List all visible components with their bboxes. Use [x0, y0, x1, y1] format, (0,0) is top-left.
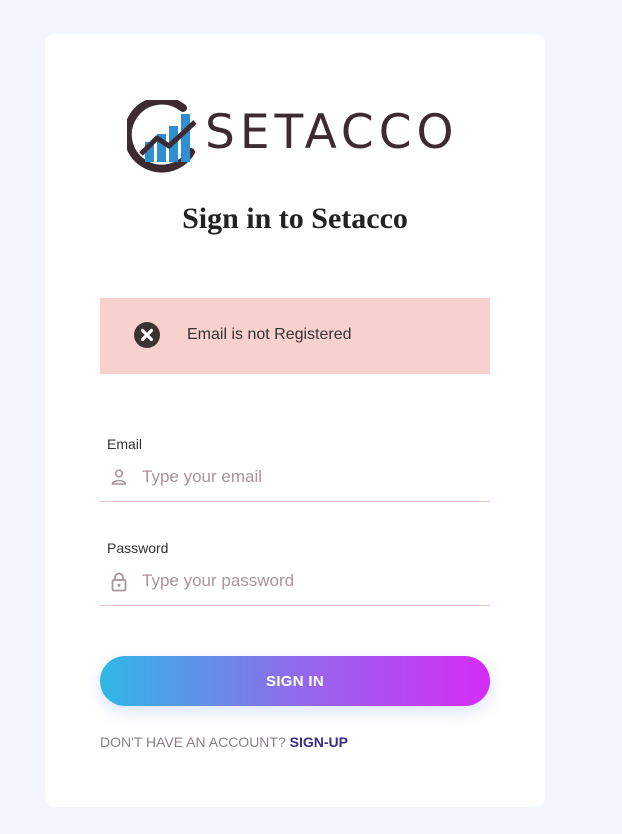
signup-prompt-text: DON'T HAVE AN ACCOUNT?: [100, 734, 286, 750]
error-alert: Email is not Registered: [100, 298, 490, 374]
sign-in-button[interactable]: SIGN IN: [100, 656, 490, 706]
email-field[interactable]: [100, 456, 490, 502]
lock-icon: [110, 572, 128, 597]
signup-prompt: DON'T HAVE AN ACCOUNT? SIGN-UP: [100, 734, 348, 750]
logo-mark-icon: [127, 100, 197, 173]
email-input[interactable]: [142, 464, 472, 490]
logo: SETACCO: [127, 100, 467, 176]
password-field[interactable]: [100, 560, 490, 606]
alert-message: Email is not Registered: [187, 326, 352, 343]
password-input[interactable]: [142, 568, 472, 594]
close-circle-icon: [134, 322, 160, 348]
page-title: Sign in to Setacco: [182, 202, 408, 235]
sign-up-link[interactable]: SIGN-UP: [290, 734, 348, 750]
email-label: Email: [107, 436, 143, 452]
logo-text: SETACCO: [205, 105, 459, 160]
login-card: SETACCO Sign in to Setacco Email is not …: [45, 34, 545, 807]
user-icon: [110, 468, 128, 491]
password-label: Password: [107, 540, 169, 556]
